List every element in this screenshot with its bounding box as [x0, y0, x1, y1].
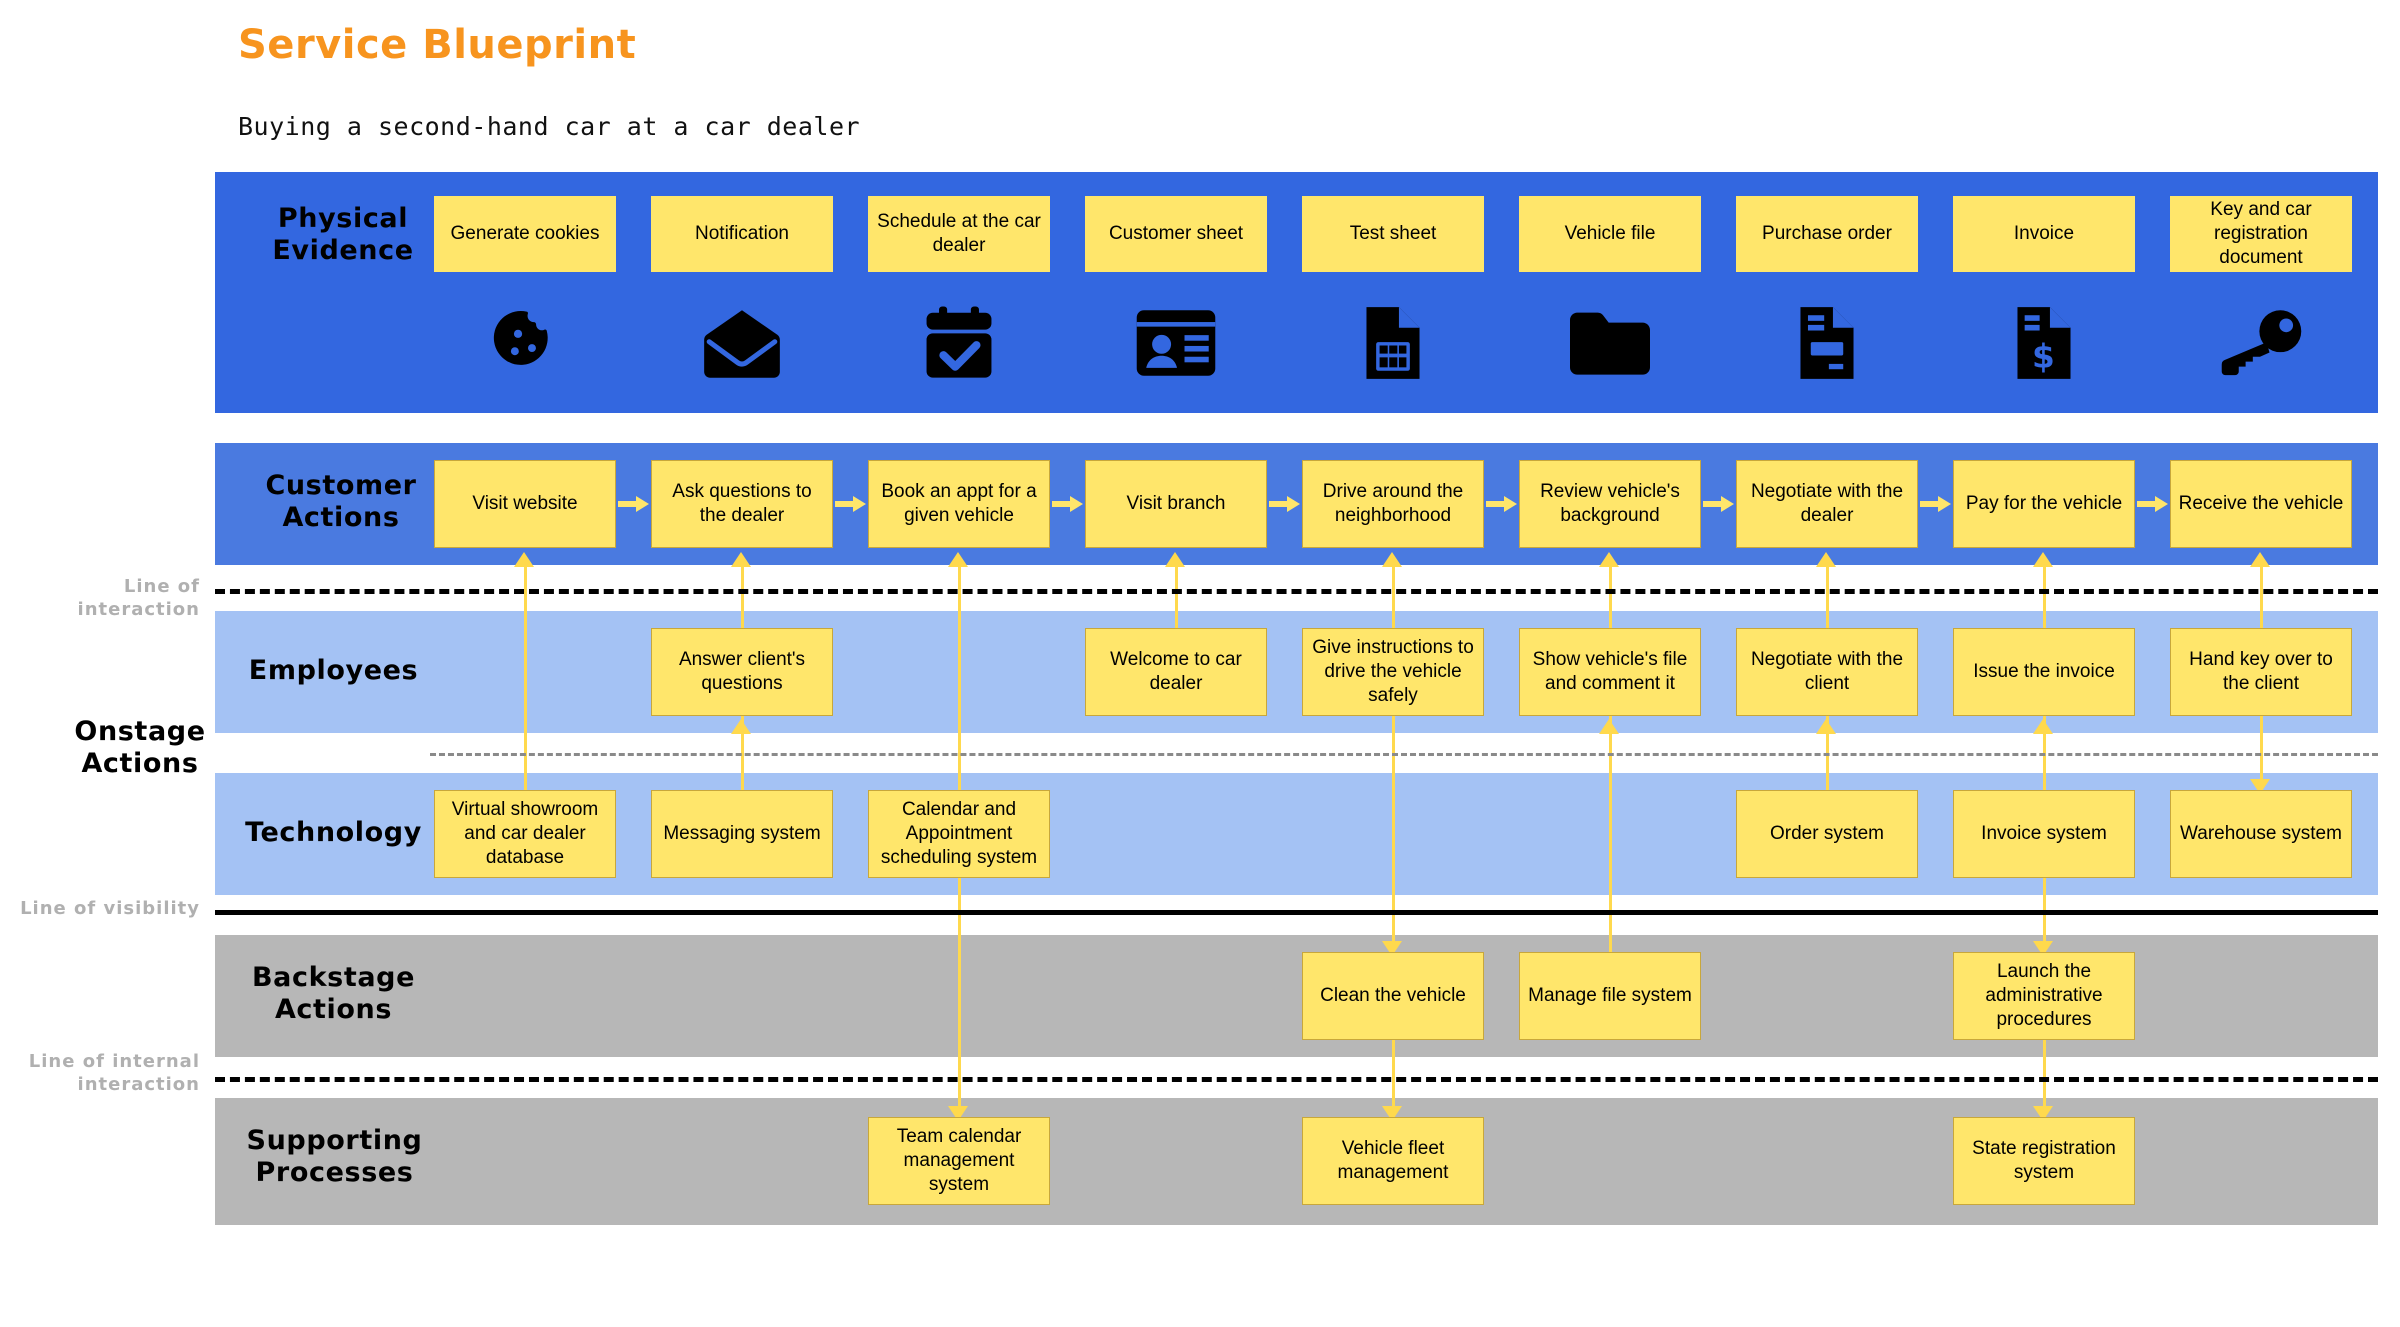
technology-box[interactable]: Virtual showroom and car dealer database — [434, 790, 616, 878]
supporting-processes-label: Supporting Processes — [246, 1125, 423, 1188]
supporting-process-box[interactable]: Vehicle fleet management — [1302, 1117, 1484, 1205]
customer-action-box[interactable]: Receive the vehicle — [2170, 460, 2352, 548]
backstage-actions-label: Backstage Actions — [252, 962, 415, 1025]
customer-action-box[interactable]: Drive around the neighborhood — [1302, 460, 1484, 548]
flow-arrow — [835, 496, 866, 512]
customer-action-box[interactable]: Pay for the vehicle — [1953, 460, 2135, 548]
connector-arrowhead-up — [2250, 552, 2270, 567]
employee-action-box[interactable]: Give instructions to drive the vehicle s… — [1302, 628, 1484, 716]
physical-evidence-box: Purchase order — [1736, 196, 1918, 272]
key-icon — [2170, 300, 2352, 385]
customer-action-box[interactable]: Book an appt for a given vehicle — [868, 460, 1050, 548]
envelope-icon — [651, 300, 833, 385]
customer-action-box[interactable]: Negotiate with the dealer — [1736, 460, 1918, 548]
employees-label: Employees — [248, 655, 419, 686]
customer-action-box[interactable]: Review vehicle's background — [1519, 460, 1701, 548]
technology-box[interactable]: Order system — [1736, 790, 1918, 878]
connector-arrowhead-up — [2033, 552, 2053, 567]
connector-arrowhead-up — [1165, 552, 1185, 567]
technology-label: Technology — [245, 817, 422, 848]
flow-arrow — [1052, 496, 1083, 512]
employee-action-box[interactable]: Negotiate with the client — [1736, 628, 1918, 716]
physical-evidence-box: Vehicle file — [1519, 196, 1701, 272]
employee-action-box[interactable]: Issue the invoice — [1953, 628, 2135, 716]
customer-action-box[interactable]: Visit branch — [1085, 460, 1267, 548]
connector-arrowhead-up — [948, 552, 968, 567]
employees-technology-separator — [430, 753, 2378, 756]
line-of-visibility-label: Line of visibility — [20, 898, 200, 919]
cookie-icon — [434, 300, 616, 385]
connector-arrowhead-up — [1599, 719, 1619, 734]
technology-box[interactable]: Warehouse system — [2170, 790, 2352, 878]
employee-action-box[interactable]: Show vehicle's file and comment it — [1519, 628, 1701, 716]
line-of-interaction-label: Line of interaction — [77, 576, 200, 620]
employee-action-box[interactable]: Answer client's questions — [651, 628, 833, 716]
employee-action-box[interactable]: Welcome to car dealer — [1085, 628, 1267, 716]
page-subtitle: Buying a second-hand car at a car dealer — [238, 112, 861, 141]
onstage-actions-label: Onstage Actions — [74, 716, 206, 780]
connector-arrowhead-up — [1382, 552, 1402, 567]
document-dollar-icon: $ — [1953, 300, 2135, 385]
line-of-interaction — [215, 589, 2378, 594]
physical-evidence-box: Key and car registration document — [2170, 196, 2352, 272]
connector-arrowhead-up — [1599, 552, 1619, 567]
physical-evidence-box: Schedule at the car dealer — [868, 196, 1050, 272]
document-order-icon — [1736, 300, 1918, 385]
folder-icon — [1519, 300, 1701, 385]
technology-box[interactable]: Messaging system — [651, 790, 833, 878]
physical-evidence-box: Test sheet — [1302, 196, 1484, 272]
technology-box[interactable]: Calendar and Appointment scheduling syst… — [868, 790, 1050, 878]
calendar-check-icon — [868, 300, 1050, 385]
physical-evidence-box: Customer sheet — [1085, 196, 1267, 272]
customer-action-box[interactable]: Visit website — [434, 460, 616, 548]
employee-action-box[interactable]: Hand key over to the client — [2170, 628, 2352, 716]
technology-box[interactable]: Invoice system — [1953, 790, 2135, 878]
flow-arrow — [1920, 496, 1951, 512]
backstage-action-box[interactable]: Manage file system — [1519, 952, 1701, 1040]
supporting-process-box[interactable]: State registration system — [1953, 1117, 2135, 1205]
connector-arrowhead-up — [1816, 719, 1836, 734]
flow-arrow — [1486, 496, 1517, 512]
connector-arrowhead-up — [2033, 719, 2053, 734]
flow-arrow — [1703, 496, 1734, 512]
backstage-action-box[interactable]: Launch the administrative procedures — [1953, 952, 2135, 1040]
line-of-visibility — [215, 910, 2378, 915]
connector-arrowhead-up — [514, 552, 534, 567]
document-table-icon — [1302, 300, 1484, 385]
supporting-process-box[interactable]: Team calendar management system — [868, 1117, 1050, 1205]
connector-line — [1608, 563, 1612, 958]
flow-arrow — [1269, 496, 1300, 512]
page-title: Service Blueprint — [238, 22, 637, 68]
id-card-icon — [1085, 300, 1267, 385]
flow-arrow — [618, 496, 649, 512]
connector-line — [1174, 563, 1178, 631]
customer-action-box[interactable]: Ask questions to the dealer — [651, 460, 833, 548]
customer-actions-label: Customer Actions — [265, 470, 417, 533]
physical-evidence-label: Physical Evidence — [272, 203, 414, 266]
flow-arrow — [2137, 496, 2168, 512]
connector-line — [523, 563, 527, 793]
connector-arrowhead-up — [1816, 552, 1836, 567]
connector-arrowhead-up — [731, 552, 751, 567]
physical-evidence-box: Generate cookies — [434, 196, 616, 272]
backstage-action-box[interactable]: Clean the vehicle — [1302, 952, 1484, 1040]
physical-evidence-box: Invoice — [1953, 196, 2135, 272]
svg-text:$: $ — [2032, 337, 2055, 375]
service-blueprint-canvas: Service Blueprint Buying a second-hand c… — [0, 0, 2400, 1327]
line-of-internal-interaction-label: Line of internal interaction — [28, 1051, 200, 1095]
physical-evidence-box: Notification — [651, 196, 833, 272]
line-of-internal-interaction — [215, 1077, 2378, 1082]
connector-arrowhead-up — [731, 719, 751, 734]
